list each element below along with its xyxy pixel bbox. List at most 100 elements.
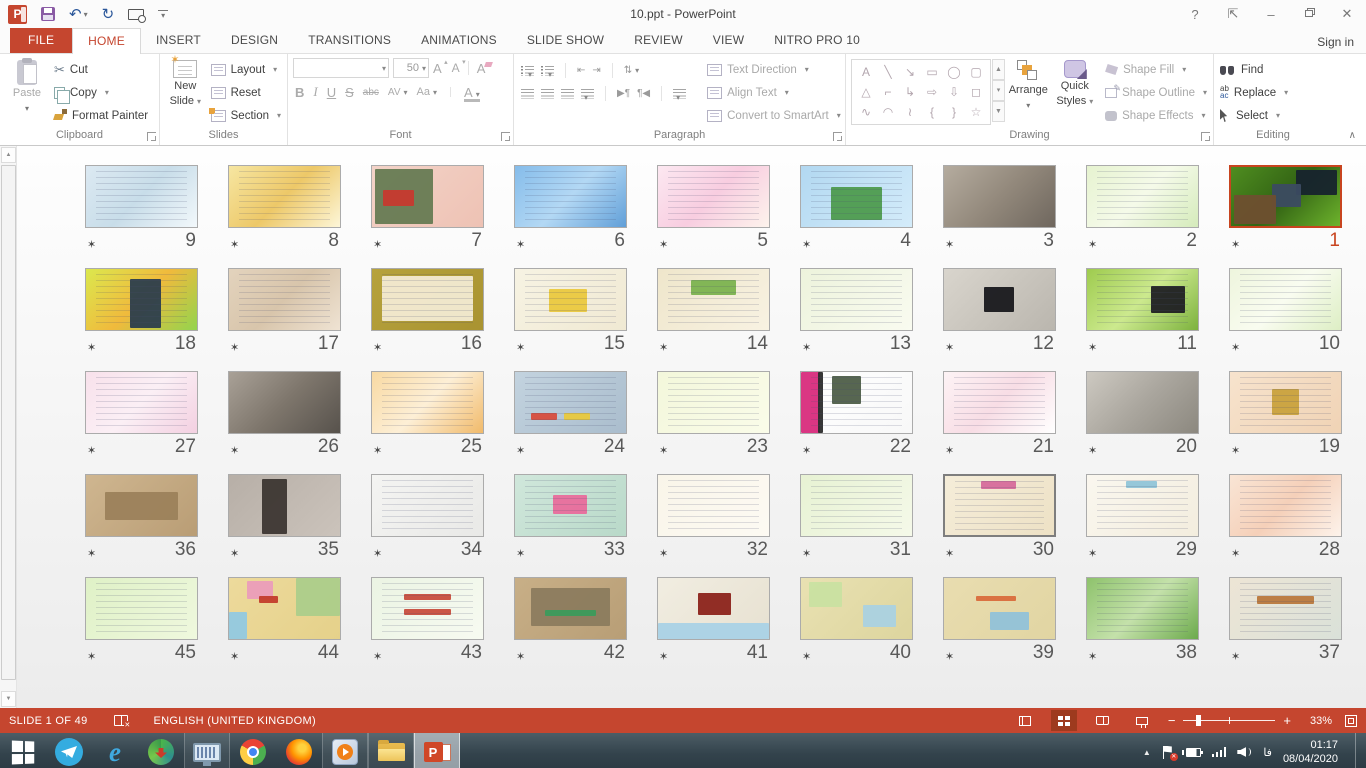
input-language-indicator[interactable]: فا	[1263, 746, 1272, 759]
tab-transitions[interactable]: TRANSITIONS	[293, 28, 406, 54]
slide-thumbnail[interactable]	[657, 474, 770, 537]
slide-thumbnail[interactable]	[228, 474, 341, 537]
increase-indent-button[interactable]: ⇥	[592, 65, 600, 76]
slide-thumbnail[interactable]	[85, 577, 198, 640]
transition-star-icon[interactable]: ✶	[373, 547, 382, 560]
transition-star-icon[interactable]: ✶	[945, 341, 954, 354]
transition-star-icon[interactable]: ✶	[659, 547, 668, 560]
transition-star-icon[interactable]: ✶	[230, 341, 239, 354]
shape-effects-button[interactable]: Shape Effects	[1102, 104, 1210, 127]
increase-font-size-button[interactable]: A	[433, 61, 442, 76]
slide-thumbnail[interactable]	[1229, 577, 1342, 640]
shape-option[interactable]: △	[855, 82, 877, 102]
scroll-down-button[interactable]: ▼	[1, 691, 16, 707]
slide-thumbnail[interactable]	[1229, 371, 1342, 434]
decrease-font-size-button[interactable]: A	[452, 61, 460, 75]
taskbar-firefox[interactable]	[276, 733, 322, 768]
volume-icon[interactable]	[1237, 746, 1252, 758]
slide-thumbnail[interactable]	[228, 371, 341, 434]
minimize-icon[interactable]: –	[1252, 7, 1290, 22]
transition-star-icon[interactable]: ✶	[516, 341, 525, 354]
slide-thumbnail[interactable]	[1086, 268, 1199, 331]
transition-star-icon[interactable]: ✶	[516, 238, 525, 251]
reading-view-button[interactable]	[1090, 710, 1116, 731]
zoom-slider-thumb[interactable]	[1196, 715, 1201, 726]
transition-star-icon[interactable]: ✶	[659, 444, 668, 457]
layout-button[interactable]: Layout	[208, 58, 284, 81]
transition-star-icon[interactable]: ✶	[1088, 650, 1097, 663]
transition-star-icon[interactable]: ✶	[1231, 444, 1240, 457]
text-direction-button[interactable]: Text Direction	[704, 58, 844, 81]
character-spacing-button[interactable]: AV	[388, 87, 408, 98]
strikethrough-button[interactable]: abc	[363, 87, 379, 98]
taskbar-file-explorer[interactable]	[368, 733, 414, 768]
show-hidden-icons[interactable]: ▲	[1143, 748, 1151, 757]
slide-thumbnail[interactable]	[371, 474, 484, 537]
transition-star-icon[interactable]: ✶	[87, 341, 96, 354]
transition-star-icon[interactable]: ✶	[802, 444, 811, 457]
zoom-slider[interactable]	[1183, 720, 1275, 721]
shape-fill-button[interactable]: Shape Fill	[1102, 58, 1210, 81]
right-to-left-button[interactable]: ¶◀	[637, 88, 650, 99]
zoom-out-button[interactable]: −	[1168, 714, 1176, 727]
slide-thumbnail[interactable]	[228, 577, 341, 640]
transition-star-icon[interactable]: ✶	[373, 238, 382, 251]
slide-thumbnail[interactable]	[228, 268, 341, 331]
transition-star-icon[interactable]: ✶	[1088, 238, 1097, 251]
shape-option[interactable]: ⇨	[921, 82, 943, 102]
fit-to-window-icon[interactable]	[1345, 715, 1357, 727]
drawing-dialog-launcher-icon[interactable]	[1201, 132, 1210, 141]
transition-star-icon[interactable]: ✶	[516, 444, 525, 457]
text-shadow-button[interactable]: S	[345, 85, 354, 100]
clear-formatting-button[interactable]: A	[477, 61, 486, 76]
underline-button[interactable]: U	[327, 85, 336, 100]
tab-view[interactable]: VIEW	[698, 28, 759, 54]
convert-to-smartart-button[interactable]: Convert to SmartArt	[704, 104, 844, 127]
redo-icon[interactable]: ↻	[102, 7, 115, 22]
slide-thumbnail[interactable]	[800, 474, 913, 537]
transition-star-icon[interactable]: ✶	[230, 650, 239, 663]
transition-star-icon[interactable]: ✶	[516, 547, 525, 560]
powerpoint-app-icon[interactable]: P	[8, 5, 27, 24]
tab-file[interactable]: FILE	[10, 28, 72, 54]
slide-sorter-view-button[interactable]	[1051, 710, 1077, 731]
undo-icon[interactable]: ↶	[69, 7, 82, 22]
slide-thumbnail[interactable]	[371, 371, 484, 434]
slide-thumbnail[interactable]	[1229, 165, 1342, 228]
slide-thumbnail[interactable]	[1229, 474, 1342, 537]
network-signal-icon[interactable]	[1212, 747, 1227, 757]
slide-thumbnail[interactable]	[1086, 371, 1199, 434]
start-button[interactable]	[0, 733, 46, 768]
left-to-right-button[interactable]: ▶¶	[617, 88, 630, 99]
shape-option[interactable]: {	[921, 102, 943, 122]
shape-option[interactable]: ∿	[855, 102, 877, 122]
battery-icon[interactable]	[1186, 748, 1201, 757]
spell-check-icon[interactable]	[114, 715, 128, 726]
vertical-scrollbar[interactable]: ▲ ▼	[0, 146, 17, 708]
transition-star-icon[interactable]: ✶	[1231, 650, 1240, 663]
replace-button[interactable]: ab ac Replace	[1217, 81, 1291, 104]
italic-button[interactable]: I	[313, 84, 317, 100]
align-left-button[interactable]	[521, 89, 534, 99]
bold-button[interactable]: B	[295, 85, 304, 100]
transition-star-icon[interactable]: ✶	[659, 650, 668, 663]
shape-option[interactable]: ☆	[965, 102, 987, 122]
quick-styles-button[interactable]: Quick Styles	[1052, 56, 1099, 128]
slide-thumbnail[interactable]	[1229, 268, 1342, 331]
transition-star-icon[interactable]: ✶	[373, 650, 382, 663]
transition-star-icon[interactable]: ✶	[945, 238, 954, 251]
collapse-ribbon-icon[interactable]: ∧	[1349, 130, 1356, 141]
shape-option[interactable]: ◻	[965, 82, 987, 102]
customize-qat-icon[interactable]: ▾	[158, 10, 168, 19]
change-case-button[interactable]: Aa	[417, 86, 437, 98]
font-dialog-launcher-icon[interactable]	[501, 132, 510, 141]
tab-design[interactable]: DESIGN	[216, 28, 293, 54]
slide-thumbnail[interactable]	[800, 268, 913, 331]
arrange-button[interactable]: Arrange ▾	[1005, 56, 1052, 128]
transition-star-icon[interactable]: ✶	[945, 444, 954, 457]
numbering-button[interactable]	[541, 66, 554, 76]
normal-view-button[interactable]	[1012, 710, 1038, 731]
transition-star-icon[interactable]: ✶	[802, 238, 811, 251]
transition-star-icon[interactable]: ✶	[1231, 341, 1240, 354]
transition-star-icon[interactable]: ✶	[87, 650, 96, 663]
